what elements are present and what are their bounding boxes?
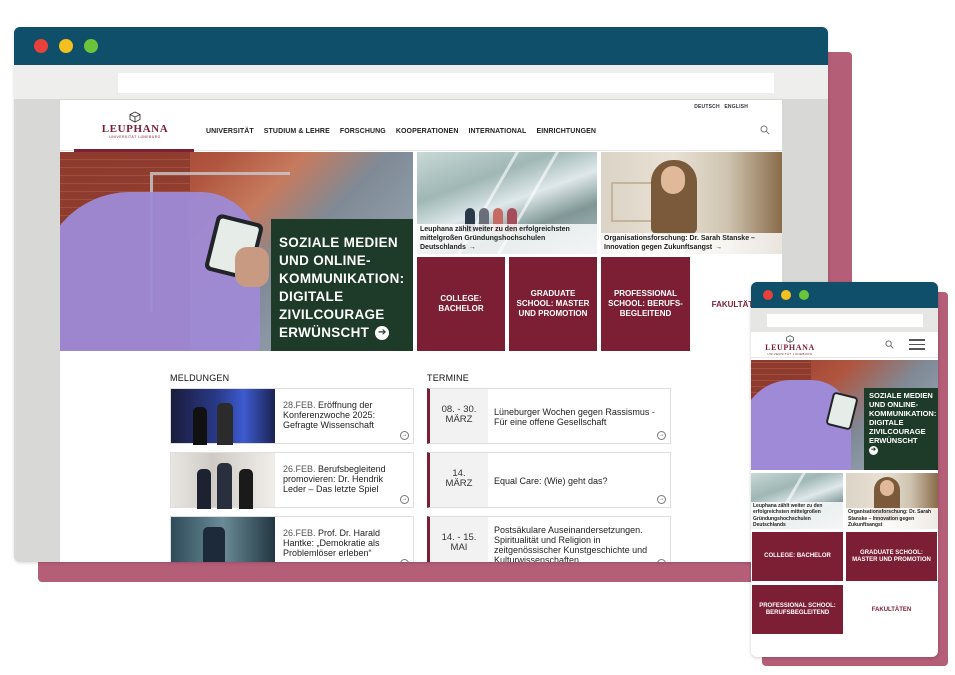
arrow-right-icon[interactable]: → bbox=[657, 431, 666, 440]
mobile-tile-graduate-school[interactable]: GRADUATE SCHOOL: MASTER UND PROMOTION bbox=[846, 532, 937, 581]
logo-wordmark: LEUPHANA bbox=[765, 343, 815, 352]
news-thumbnail bbox=[171, 389, 275, 445]
desktop-url-field[interactable] bbox=[118, 73, 774, 93]
news-date: 26.FEB. bbox=[283, 464, 316, 474]
news-tile-gruendung-text: Leuphana zählt weiter zu den erfolgreich… bbox=[420, 226, 570, 251]
mobile-news-tile-gruendung[interactable]: Leuphana zählt weiter zu den erfolgreich… bbox=[751, 473, 843, 529]
logo-cube-icon bbox=[786, 335, 794, 343]
mobile-hero-caption: SOZIALE MEDIEN UND ONLINE-KOMMUNIKATION:… bbox=[864, 388, 938, 470]
nav-universitaet[interactable]: UNIVERSITÄT bbox=[206, 128, 254, 135]
promo-stage: DEUTSCH ENGLISH LEUPHANA UNIVERSITÄT LÜN… bbox=[0, 0, 955, 675]
maximize-window-icon[interactable] bbox=[799, 290, 809, 300]
mobile-tile-fakultaeten[interactable]: FAKULTÄTEN bbox=[846, 585, 937, 634]
site-header: DEUTSCH ENGLISH LEUPHANA UNIVERSITÄT LÜN… bbox=[60, 100, 782, 152]
arrow-circle-icon[interactable]: ➔ bbox=[869, 446, 878, 455]
event-item[interactable]: 08. - 30. MÄRZ Lüneburger Wochen gegen Ra… bbox=[427, 388, 671, 444]
arrow-circle-icon[interactable]: ➔ bbox=[375, 325, 390, 340]
news-tile-stanske[interactable]: Organisationsforschung: Dr. Sarah Stansk… bbox=[601, 152, 782, 254]
nav-einrichtungen[interactable]: EINRICHTUNGEN bbox=[536, 128, 596, 135]
news-tile-stanske-text: Organisationsforschung: Dr. Sarah Stansk… bbox=[604, 235, 755, 251]
desktop-address-bar bbox=[14, 65, 828, 99]
news-text: 28.FEB. Eröffnung der Konferenzwoche 202… bbox=[283, 400, 407, 430]
news-date: 26.FEB. bbox=[283, 528, 316, 538]
arrow-right-icon[interactable]: → bbox=[657, 559, 666, 562]
hero-feature[interactable]: SOZIALE MEDIEN UND ONLINE-KOMMUNIKATION:… bbox=[60, 152, 413, 351]
close-window-icon[interactable] bbox=[34, 39, 48, 53]
search-icon[interactable] bbox=[885, 340, 894, 349]
news-heading: MELDUNGEN bbox=[170, 373, 230, 383]
hamburger-menu-icon[interactable] bbox=[909, 339, 925, 350]
hero-photo-hand bbox=[235, 247, 269, 287]
event-date: 14. MÄRZ bbox=[430, 453, 488, 507]
leuphana-logo[interactable]: LEUPHANA UNIVERSITÄT LÜNEBURG bbox=[759, 335, 821, 356]
lang-deutsch-link[interactable]: DEUTSCH bbox=[694, 104, 720, 110]
event-month: MÄRZ bbox=[445, 478, 473, 489]
news-text: 26.FEB. Berufsbegleitend promovieren: Dr… bbox=[283, 464, 407, 494]
close-window-icon[interactable] bbox=[763, 290, 773, 300]
desktop-viewport: DEUTSCH ENGLISH LEUPHANA UNIVERSITÄT LÜN… bbox=[60, 100, 782, 562]
event-date: 14. - 15. MAI bbox=[430, 517, 488, 562]
mobile-url-field[interactable] bbox=[767, 314, 923, 327]
mobile-browser-window: LEUPHANA UNIVERSITÄT LÜNEBURG SOZIALE ME… bbox=[751, 282, 938, 657]
arrow-right-icon[interactable]: → bbox=[400, 431, 409, 440]
minimize-window-icon[interactable] bbox=[781, 290, 791, 300]
arrow-right-icon[interactable]: → bbox=[400, 559, 409, 562]
mobile-news-tile-stanske[interactable]: Organisationsforschung: Dr. Sarah Stansk… bbox=[846, 473, 938, 529]
hero-caption: SOZIALE MEDIEN UND ONLINE-KOMMUNIKATION:… bbox=[271, 219, 413, 351]
main-navigation: UNIVERSITÄT STUDIUM & LEHRE FORSCHUNG KO… bbox=[206, 128, 606, 135]
desktop-browser-window: DEUTSCH ENGLISH LEUPHANA UNIVERSITÄT LÜN… bbox=[14, 27, 828, 562]
tile-college[interactable]: COLLEGE: BACHELOR bbox=[417, 257, 505, 351]
event-month: MÄRZ bbox=[445, 414, 473, 425]
arrow-right-icon: → bbox=[715, 244, 723, 251]
mobile-news-tile-caption: Leuphana zählt weiter zu den erfolgreich… bbox=[751, 502, 843, 529]
news-tile-gruendung[interactable]: Leuphana zählt weiter zu den erfolgreich… bbox=[417, 152, 597, 254]
logo-wordmark: LEUPHANA bbox=[101, 123, 169, 135]
events-heading: TERMINE bbox=[427, 373, 469, 383]
language-switcher: DEUTSCH ENGLISH bbox=[691, 104, 748, 110]
event-item[interactable]: 14. MÄRZ Equal Care: (Wie) geht das? → bbox=[427, 452, 671, 508]
mobile-address-bar bbox=[751, 308, 938, 332]
arrow-right-icon[interactable]: → bbox=[657, 495, 666, 504]
tile-professional-school[interactable]: PROFESSIONAL SCHOOL: BERUFS-BEGLEITEND bbox=[601, 257, 690, 351]
mobile-news-tile-caption: Organisationsforschung: Dr. Sarah Stansk… bbox=[846, 508, 938, 529]
desktop-titlebar bbox=[14, 27, 828, 65]
mobile-hero-headline: SOZIALE MEDIEN UND ONLINE-KOMMUNIKATION:… bbox=[869, 391, 937, 445]
news-text: 26.FEB. Prof. Dr. Harald Hantke: „Demokr… bbox=[283, 528, 407, 558]
hero-headline: SOZIALE MEDIEN UND ONLINE-KOMMUNIKATION:… bbox=[279, 235, 405, 340]
mobile-tile-college[interactable]: COLLEGE: BACHELOR bbox=[752, 532, 843, 581]
logo-subline: UNIVERSITÄT LÜNEBURG bbox=[109, 135, 161, 139]
leuphana-logo[interactable]: LEUPHANA UNIVERSITÄT LÜNEBURG bbox=[94, 111, 176, 139]
news-thumbnail bbox=[171, 453, 275, 509]
tile-graduate-school[interactable]: GRADUATE SCHOOL: MASTER UND PROMOTION bbox=[509, 257, 597, 351]
maximize-window-icon[interactable] bbox=[84, 39, 98, 53]
mobile-titlebar bbox=[751, 282, 938, 308]
search-icon[interactable] bbox=[760, 125, 770, 135]
arrow-right-icon: → bbox=[468, 244, 476, 251]
news-date: 28.FEB. bbox=[283, 400, 316, 410]
logo-subline: UNIVERSITÄT LÜNEBURG bbox=[767, 352, 813, 356]
nav-studium-lehre[interactable]: STUDIUM & LEHRE bbox=[264, 128, 330, 135]
nav-international[interactable]: INTERNATIONAL bbox=[468, 128, 526, 135]
event-item[interactable]: 14. - 15. MAI Postsäkulare Auseinanderset… bbox=[427, 516, 671, 562]
mobile-tile-professional-school[interactable]: PROFESSIONAL SCHOOL: BERUFSBEGLEITEND bbox=[752, 585, 843, 634]
mobile-site-header: LEUPHANA UNIVERSITÄT LÜNEBURG bbox=[751, 332, 938, 358]
news-thumbnail bbox=[171, 517, 275, 562]
event-title: Lüneburger Wochen gegen Rassismus - Für … bbox=[494, 407, 655, 427]
minimize-window-icon[interactable] bbox=[59, 39, 73, 53]
news-tile-stanske-caption: Organisationsforschung: Dr. Sarah Stansk… bbox=[601, 233, 782, 254]
news-item[interactable]: 26.FEB. Prof. Dr. Harald Hantke: „Demokr… bbox=[170, 516, 414, 562]
event-date: 08. - 30. MÄRZ bbox=[430, 389, 488, 443]
arrow-right-icon[interactable]: → bbox=[400, 495, 409, 504]
lang-english-link[interactable]: ENGLISH bbox=[724, 104, 748, 110]
event-month: MAI bbox=[450, 542, 468, 553]
news-item[interactable]: 28.FEB. Eröffnung der Konferenzwoche 202… bbox=[170, 388, 414, 445]
nav-kooperationen[interactable]: KOOPERATIONEN bbox=[396, 128, 459, 135]
nav-forschung[interactable]: FORSCHUNG bbox=[340, 128, 386, 135]
logo-cube-icon bbox=[129, 111, 141, 123]
event-title: Equal Care: (Wie) geht das? bbox=[494, 476, 608, 486]
news-item[interactable]: 26.FEB. Berufsbegleitend promovieren: Dr… bbox=[170, 452, 414, 509]
event-title: Postsäkulare Auseinandersetzungen. Spiri… bbox=[494, 525, 648, 562]
mobile-hero-feature[interactable]: SOZIALE MEDIEN UND ONLINE-KOMMUNIKATION:… bbox=[751, 360, 938, 470]
news-tile-gruendung-caption: Leuphana zählt weiter zu den erfolgreich… bbox=[417, 224, 597, 254]
